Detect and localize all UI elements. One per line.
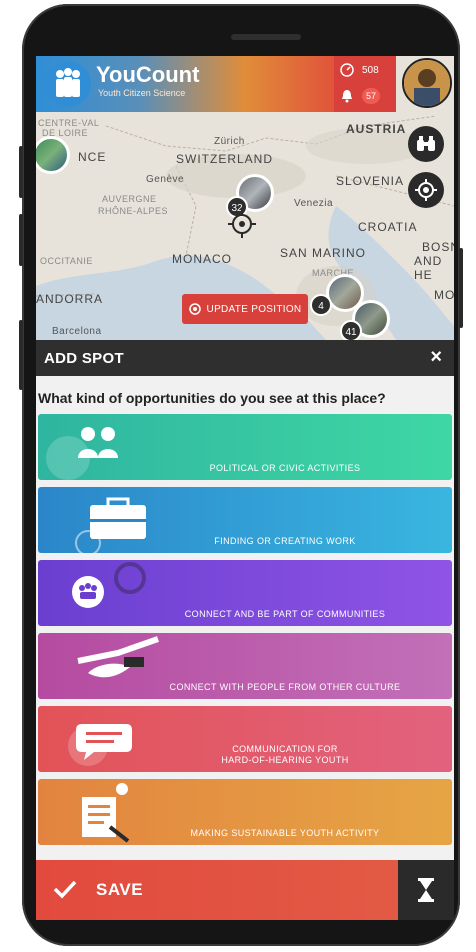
app-header: YouCount Youth Citizen Science 508 57 — [36, 56, 454, 114]
power-button — [459, 248, 463, 328]
map-label-san-marino: SAN MARINO — [280, 246, 367, 260]
map-cluster[interactable]: 41 — [340, 320, 362, 340]
map-label-andorra: ANDORRA — [36, 292, 104, 306]
map-label-barcelona: Barcelona — [52, 326, 102, 337]
map-label-slovenia: SLOVENIA — [336, 174, 405, 188]
option-label: FINDING OR CREATING WORK — [214, 536, 356, 546]
option-label: POLITICAL OR CIVIC ACTIVITIES — [209, 463, 361, 473]
option-label: MAKING SUSTAINABLE YOUTH ACTIVITY — [190, 828, 380, 838]
user-avatar[interactable] — [402, 58, 452, 108]
bixby-button — [19, 320, 23, 390]
binoculars-icon — [417, 136, 435, 151]
map-label-auvergne: AUVERGNE — [102, 194, 157, 204]
volume-button-2 — [19, 214, 23, 266]
map-label-bosnia: BOSN — [422, 240, 454, 254]
option-political-civic[interactable]: POLITICAL OR CIVIC ACTIVITIES — [38, 414, 452, 480]
binoculars-button[interactable] — [408, 126, 444, 162]
notification-badge: 57 — [362, 88, 381, 104]
map-label-geneve: Genève — [146, 174, 185, 185]
close-button[interactable]: × — [430, 346, 442, 369]
map-cluster[interactable]: 4 — [310, 294, 332, 316]
map-label-croatia: CROATIA — [358, 220, 418, 234]
option-hard-of-hearing[interactable]: COMMUNICATION FOR HARD-OF-HEARING YOUTH — [38, 706, 452, 772]
update-position-label: UPDATE POSITION — [206, 303, 302, 315]
update-position-button[interactable]: UPDATE POSITION — [182, 294, 308, 324]
map-label-occitanie: OCCITANIE — [40, 256, 93, 266]
map-label-herzegovina: AND HE — [414, 254, 443, 282]
option-communities[interactable]: CONNECT AND BE PART OF COMMUNITIES — [38, 560, 452, 626]
locate-button[interactable] — [408, 172, 444, 208]
map-label-centre-val: CENTRE-VAL — [38, 118, 100, 128]
option-finding-work[interactable]: FINDING OR CREATING WORK — [38, 487, 452, 553]
map-label-france: NCE — [78, 150, 107, 164]
map-label-venezia: Venezia — [294, 198, 334, 209]
youcount-logo-icon — [45, 61, 91, 107]
add-spot-title: ADD SPOT — [44, 350, 124, 367]
score-counter: 508 — [340, 60, 396, 80]
map-label-zurich: Zürich — [214, 136, 245, 147]
option-label: COMMUNICATION FOR HARD-OF-HEARING YOUTH — [221, 744, 349, 765]
option-sustainable[interactable]: MAKING SUSTAINABLE YOUTH ACTIVITY — [38, 779, 452, 845]
option-label: CONNECT WITH PEOPLE FROM OTHER CULTURE — [169, 682, 401, 692]
score-count: 508 — [362, 64, 379, 76]
crosshair-icon — [415, 179, 437, 201]
notification-counter: 57 — [340, 86, 396, 106]
hourglass-icon — [418, 878, 434, 902]
bell-icon — [342, 90, 352, 103]
add-spot-bar: ADD SPOT × — [36, 340, 454, 376]
map-label-austria: AUSTRIA — [346, 122, 407, 136]
map-label-mo: MO — [434, 288, 454, 302]
map-label-rhone-alpes: RHÔNE-ALPES — [98, 206, 169, 216]
option-label: CONNECT AND BE PART OF COMMUNITIES — [184, 609, 386, 619]
target-icon — [188, 303, 201, 315]
hourglass-button[interactable] — [398, 860, 454, 920]
phone-speaker — [231, 34, 301, 40]
volume-button — [19, 146, 23, 198]
counter-box[interactable]: 508 57 — [334, 56, 396, 112]
app-subtitle: Youth Citizen Science — [98, 88, 186, 98]
option-other-culture[interactable]: CONNECT WITH PEOPLE FROM OTHER CULTURE — [38, 633, 452, 699]
map-label-switzerland: SWITZERLAND — [176, 152, 274, 166]
checkmark-icon — [53, 880, 77, 899]
save-label: SAVE — [96, 880, 144, 899]
app-screen: CENTRE-VAL DE LOIRE NCE Zürich SWITZERLA… — [36, 56, 454, 920]
save-button[interactable]: SAVE — [36, 860, 398, 920]
position-marker-icon — [228, 210, 256, 238]
map-label-monaco: MONACO — [172, 252, 232, 266]
app-title: YouCount — [96, 62, 200, 87]
avatar-image — [404, 60, 450, 106]
opportunity-question: What kind of opportunities do you see at… — [38, 390, 386, 406]
header-bar: YouCount Youth Citizen Science — [36, 56, 334, 112]
score-gauge-icon — [340, 63, 354, 77]
